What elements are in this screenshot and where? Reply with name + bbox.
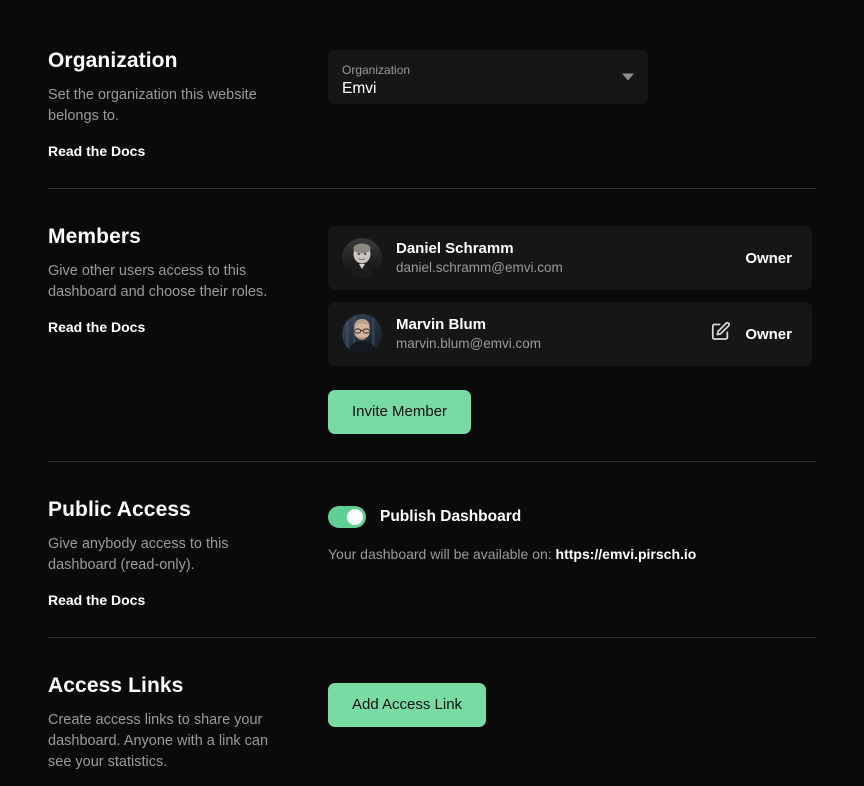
public-access-docs-link[interactable]: Read the Docs [48,592,145,608]
status-badge: Owner [745,325,792,343]
members-description: Give other users access to this dashboar… [48,263,268,300]
publish-availability-note: Your dashboard will be available on: htt… [328,545,816,564]
settings-page: Organization Set the organization this w… [0,0,864,786]
edit-icon[interactable] [710,321,731,347]
page-title-members: Members [48,225,141,248]
table-row[interactable]: Marvin Blum marvin.blum@emvi.com Owner [328,302,812,366]
public-access-description-column: Public Access Give anybody access to thi… [48,497,328,610]
member-email: daniel.schramm@emvi.com [396,260,563,275]
member-actions: Owner [710,321,792,347]
organization-description: Set the organization this website belong… [48,87,257,124]
add-access-link-button[interactable]: Add Access Link [328,683,487,727]
organization-select[interactable]: Organization Emvi [328,50,648,104]
page-title-organization: Organization [48,49,178,72]
invite-member-button[interactable]: Invite Member [328,390,472,434]
organization-control-column: Organization Emvi [328,48,816,104]
member-name: Daniel Schramm [396,240,514,257]
publish-dashboard-label: Publish Dashboard [380,508,522,525]
section-access-links: Access Links Create access links to shar… [0,638,864,786]
public-access-control-column: Publish Dashboard Your dashboard will be… [328,497,816,564]
section-public-access: Public Access Give anybody access to thi… [0,462,864,637]
avatar [342,238,382,278]
table-row[interactable]: Daniel Schramm daniel.schramm@emvi.com O… [328,226,812,290]
members-docs-link[interactable]: Read the Docs [48,319,145,335]
dashboard-url[interactable]: https://emvi.pirsch.io [556,546,697,562]
members-description-column: Members Give other users access to this … [48,224,328,337]
organization-select-value: Emvi [342,80,377,97]
publish-dashboard-toggle[interactable] [328,506,366,528]
chevron-down-icon [622,73,634,81]
organization-description-column: Organization Set the organization this w… [48,48,328,161]
access-links-description: Create access links to share your dashbo… [48,712,269,770]
public-access-description: Give anybody access to this dashboard (r… [48,536,229,573]
page-title-public-access: Public Access [48,498,191,521]
member-actions: Owner [745,250,792,267]
member-info: Marvin Blum marvin.blum@emvi.com [396,315,710,353]
member-name: Marvin Blum [396,316,487,333]
organization-select-label: Organization [342,63,411,77]
publish-note-prefix: Your dashboard will be available on: [328,546,556,562]
member-email: marvin.blum@emvi.com [396,336,541,351]
members-list-column: Daniel Schramm daniel.schramm@emvi.com O… [328,224,816,434]
section-members: Members Give other users access to this … [0,189,864,461]
page-title-access-links: Access Links [48,674,184,697]
avatar [342,314,382,354]
publish-dashboard-row: Publish Dashboard [328,506,816,528]
access-links-control-column: Add Access Link [328,673,816,727]
access-links-description-column: Access Links Create access links to shar… [48,673,328,786]
toggle-knob [347,509,363,525]
member-info: Daniel Schramm daniel.schramm@emvi.com [396,239,745,277]
section-organization: Organization Set the organization this w… [0,0,864,188]
status-badge: Owner [745,249,792,267]
organization-docs-link[interactable]: Read the Docs [48,143,145,159]
